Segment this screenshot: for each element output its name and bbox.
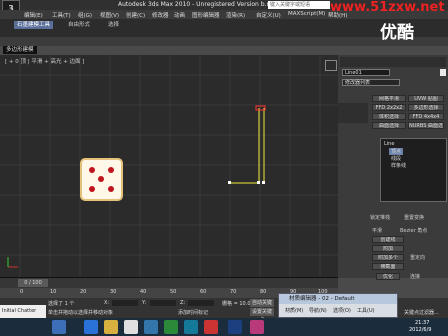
tick-80: 80 [260,289,267,295]
ribbon-subtab-polygon-modeling[interactable]: 多边形建模 [3,46,37,54]
viewport-grid [0,55,338,278]
spline-line01[interactable] [228,105,266,184]
tick-50: 50 [170,289,177,295]
mod-btn-vol-select[interactable]: 体积选择 [372,113,406,120]
object-name-field[interactable]: Line01 [342,69,390,76]
command-panel-tabs[interactable] [340,57,446,67]
z-label: Z: [180,300,186,306]
3dsmax-taskbar-icon[interactable] [184,320,198,334]
modifier-stack[interactable]: Line 顶点 线段 样条线 [380,138,447,202]
axis-tripod [7,257,18,268]
menu-graph-editors[interactable]: 图形编辑器 [192,11,220,19]
tick-70: 70 [230,289,237,295]
y-label: Y: [142,300,147,306]
tick-30: 30 [110,289,117,295]
viewport-top[interactable] [0,55,338,278]
smooth-label[interactable]: 平滑 [372,227,382,234]
x-coord-field[interactable] [112,300,138,306]
menu-views[interactable]: 视图(V) [100,11,119,19]
menu-rendering[interactable]: 渲染(R) [226,11,245,19]
cross-section-button[interactable]: 横截面 [372,263,404,270]
app4-icon[interactable] [250,320,264,334]
attach-button[interactable]: 附加 [372,245,404,252]
reset-xform-label[interactable]: 重置变换 [404,214,424,221]
set-key-button[interactable]: 设置关键点 [250,308,274,323]
lock-stack-label[interactable]: 锁定堆栈 [370,214,390,221]
app-icon[interactable] [144,320,158,334]
mod-btn-nurbs-select[interactable]: NURBS 曲面选择 [408,122,444,129]
window-title: Autodesk 3ds Max 2010 - Unregistered Ver… [118,1,280,8]
selection-status: 选择了 1 个 [48,301,75,307]
connect-checkbox[interactable]: 连接 [410,273,420,280]
start-orb-icon[interactable] [52,320,66,334]
menu-maxscript[interactable]: MAXScript(M) [288,11,325,17]
dice-icon [80,158,123,201]
attach-mult-button[interactable]: 附加多个 [372,254,404,261]
auto-key-button[interactable]: 自动关键点 [250,299,274,314]
maxscript-listener[interactable]: Initial Chatter [0,305,46,318]
tick-10: 10 [50,289,57,295]
photoshop-icon[interactable] [228,320,242,334]
bezier-corner-label[interactable]: Bezier 角点 [400,227,427,234]
stack-item-vertex[interactable]: 顶点 [389,148,404,155]
menu-animation[interactable]: 动画 [174,11,185,19]
material-editor-title[interactable]: 材质编辑器 - 02 - Default [279,294,397,304]
tick-40: 40 [140,289,147,295]
mod-btn-surface-select[interactable]: 曲面选择 [372,122,406,129]
mat-menu-material[interactable]: 材质(M) [285,307,303,314]
tab-graphite-modeling[interactable]: 石墨建模工具 [14,21,54,29]
menu-edit[interactable]: 编辑(E) [24,11,43,19]
player-icon[interactable] [124,320,138,334]
create-line-button[interactable]: 创建线 [372,236,404,243]
reorient-checkbox[interactable]: 重定向 [410,254,425,261]
clock-date: 2012/6/9 [409,327,432,333]
refine-button[interactable]: 优化 [376,273,400,280]
mod-btn-ffd2[interactable]: FFD 2x2x2 [372,104,406,111]
z-coord-field[interactable] [188,300,214,306]
key-filters-button[interactable]: 关键点过滤器... [404,309,439,316]
mod-btn-poly-select[interactable]: 多边形选择 [408,104,444,111]
help-search-input[interactable]: 键入关键字或短语 [268,1,330,9]
stack-item-spline[interactable]: 样条线 [391,162,406,169]
youku-watermark: 优酷 [380,23,414,43]
menu-create[interactable]: 创建(C) [126,11,145,19]
y-coord-field[interactable] [150,300,176,306]
viewcube-icon[interactable] [325,60,337,71]
modifier-list-dropdown[interactable]: 修改器列表 [342,79,400,86]
tick-20: 20 [80,289,87,295]
menu-group[interactable]: 组(G) [78,11,92,19]
mat-menu-options[interactable]: 选项(O) [333,307,351,314]
stack-item-segment[interactable]: 线段 [391,155,401,162]
add-time-tag[interactable]: 添加时间标记 [178,309,208,316]
clock-time: 21:37 [415,320,430,326]
ie-icon[interactable] [84,320,98,334]
grid-size: 栅格 = 10.0 [222,301,251,307]
menu-modifiers[interactable]: 修改器 [152,11,169,19]
app3-icon[interactable] [204,320,218,334]
time-slider[interactable]: 0 / 100 [0,278,338,288]
panel-icon-column [338,103,368,123]
mod-btn-ffd4[interactable]: FFD 4x4x4 [408,113,444,120]
app2-icon[interactable] [164,320,178,334]
mat-menu-utilities[interactable]: 工具(U) [357,307,375,314]
mod-btn-meshsmooth[interactable]: 网格平滑 [372,95,406,102]
windows-taskbar [0,318,448,336]
prompt-line: 单击并拖动以选择并移动对象 [48,310,114,316]
menu-tools[interactable]: 工具(T) [52,11,71,19]
frame-counter[interactable]: 0 / 100 [18,279,48,287]
tab-selection[interactable]: 选择 [108,21,119,29]
object-color-swatch[interactable] [440,69,446,76]
mat-menu-navigation[interactable]: 导航(N) [309,307,327,314]
material-editor-window[interactable]: 材质编辑器 - 02 - Default 材质(M) 导航(N) 选项(O) 工… [278,293,398,318]
stack-item-line[interactable]: Line [384,141,394,147]
explorer-icon[interactable] [104,320,118,334]
tab-freeform[interactable]: 自由形式 [68,21,90,29]
menu-customize[interactable]: 自定义(U) [256,11,281,19]
tick-0: 0 [20,289,24,295]
mod-btn-uvw-map[interactable]: UVW 贴图 [408,95,444,102]
viewport-label[interactable]: [ + 0 顶 | 平滑 + 高光 + 边面 ] [5,57,84,65]
site-watermark: www.51zxw.net [330,0,445,15]
tick-60: 60 [200,289,207,295]
x-label: X: [104,300,110,306]
